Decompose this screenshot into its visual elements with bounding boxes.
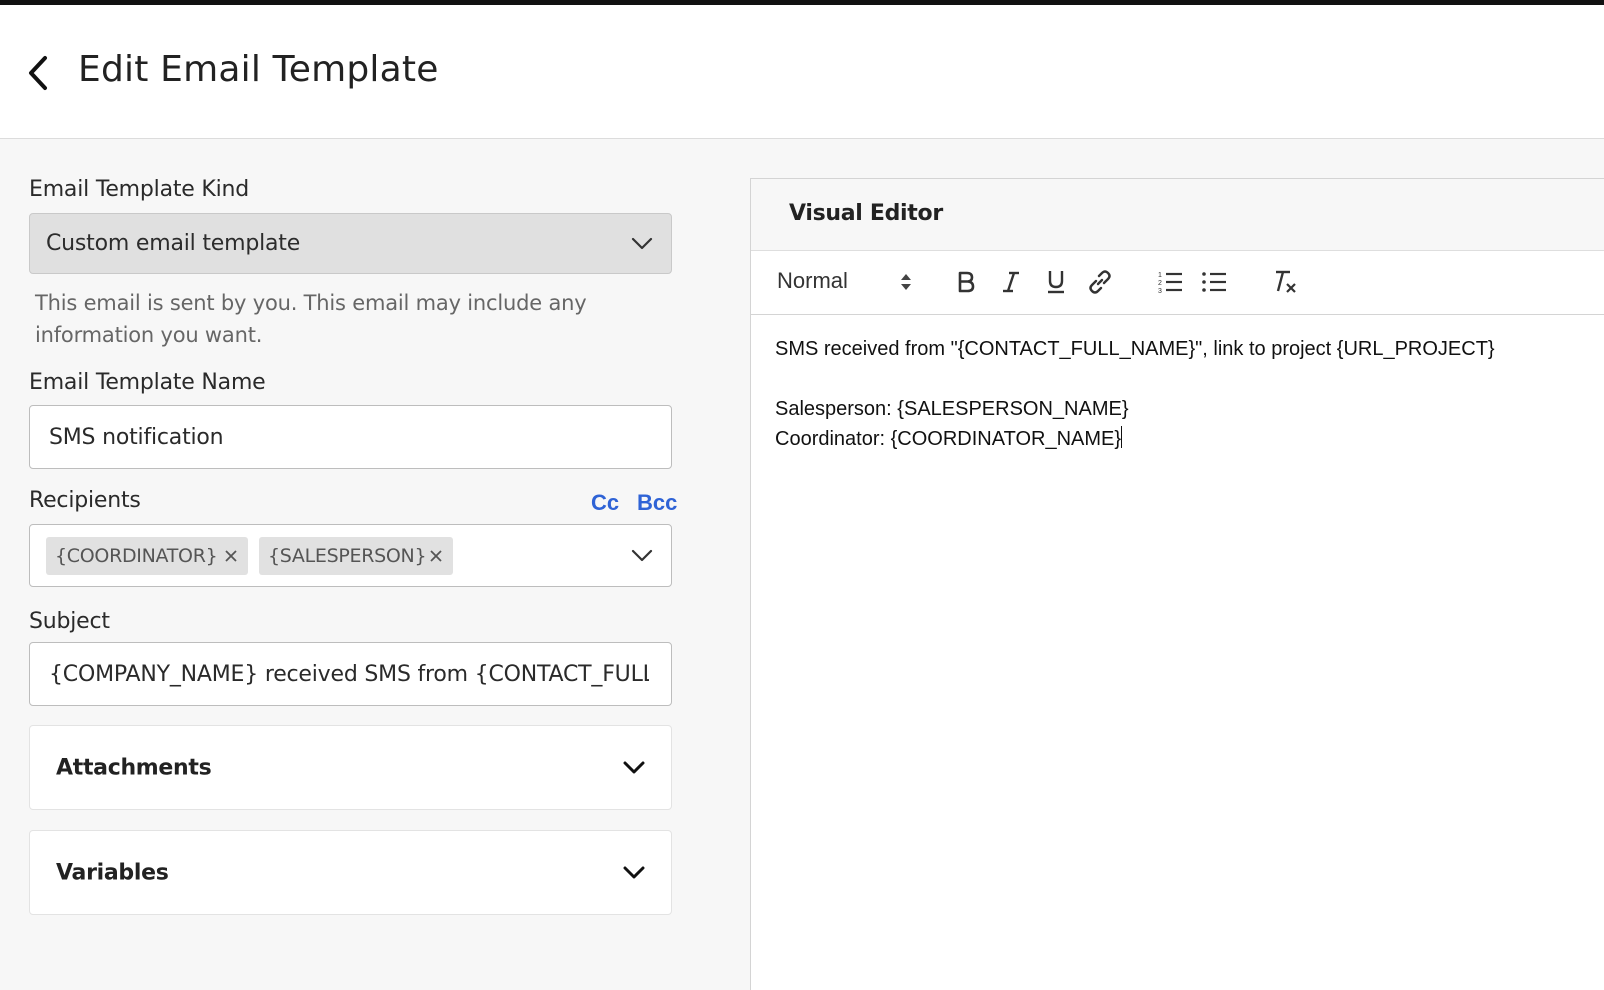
template-name-value: SMS notification [49,424,224,450]
svg-text:2: 2 [1158,280,1162,287]
recipients-select[interactable]: {COORDINATOR} {SALESPERSON} [29,524,672,587]
ordered-list-icon: 1 2 3 [1158,272,1182,295]
bold-icon [958,271,975,293]
format-select[interactable]: Normal [777,268,848,294]
recipient-chip-label: {SALESPERSON} [268,545,427,567]
variables-accordion[interactable]: Variables [29,830,672,915]
clear-format-icon [1276,270,1296,293]
template-name-label: Email Template Name [29,370,266,395]
link-button[interactable] [1085,267,1115,297]
underline-button[interactable] [1041,267,1071,297]
italic-button[interactable] [996,267,1026,297]
editor-line [775,364,1595,394]
clear-format-button[interactable] [1269,267,1299,297]
editor-line: Coordinator: {COORDINATOR_NAME} [775,424,1595,454]
chevron-down-icon[interactable] [631,549,653,563]
editor-line: Salesperson: {SALESPERSON_NAME} [775,398,1129,420]
visual-editor-panel: Visual Editor Normal 1 2 3 SMS received … [750,178,1604,990]
editor-toolbar: Normal 1 2 3 [751,251,1604,315]
subject-value: {COMPANY_NAME} received SMS from {CONTAC… [49,661,649,687]
recipients-label: Recipients [29,488,141,513]
svg-text:1: 1 [1158,272,1162,279]
editor-content[interactable]: SMS received from "{CONTACT_FULL_NAME}",… [775,334,1595,454]
subject-input[interactable]: {COMPANY_NAME} received SMS from {CONTAC… [29,642,672,706]
chevron-down-icon [623,866,645,878]
help-line-1: This email is sent by you. This email ma… [35,291,587,315]
back-button[interactable] [22,51,54,95]
bullet-list-button[interactable] [1199,267,1229,297]
attachments-title: Attachments [56,755,212,780]
variables-title: Variables [56,860,169,885]
bold-button[interactable] [951,267,981,297]
editor-line-text: Coordinator: {COORDINATOR_NAME} [775,428,1122,450]
editor-line: SMS received from "{CONTACT_FULL_NAME}",… [775,338,1495,360]
recipient-chip: {SALESPERSON} [259,537,453,575]
template-kind-select[interactable]: Custom email template [29,213,672,274]
subject-label: Subject [29,609,110,634]
help-line-2: information you want. [35,323,263,347]
close-icon[interactable] [429,549,443,563]
page-title: Edit Email Template [78,49,439,90]
template-kind-help: This email is sent by you. This email ma… [35,287,635,351]
chevron-left-icon [29,56,47,90]
select-arrows-icon[interactable] [899,271,913,293]
template-kind-value: Custom email template [46,231,301,256]
editor-header: Visual Editor [751,179,1604,251]
attachments-accordion[interactable]: Attachments [29,725,672,810]
underline-icon [1048,271,1064,294]
svg-text:3: 3 [1158,288,1162,295]
template-name-input[interactable]: SMS notification [29,405,672,469]
cc-link[interactable]: Cc [591,490,619,516]
close-icon[interactable] [224,549,238,563]
bcc-link[interactable]: Bcc [637,490,677,516]
link-icon [1089,270,1111,294]
page-header: Edit Email Template [0,5,1604,139]
recipient-chip: {COORDINATOR} [46,537,248,575]
template-kind-label: Email Template Kind [29,177,250,202]
ordered-list-button[interactable]: 1 2 3 [1155,267,1185,297]
text-caret [1121,426,1123,448]
bullet-list-icon [1202,272,1226,292]
chevron-down-icon [623,761,645,773]
editor-title: Visual Editor [789,201,943,226]
chevron-down-icon [631,237,653,249]
recipient-chip-label: {COORDINATOR} [55,545,218,567]
italic-icon [1003,271,1019,293]
